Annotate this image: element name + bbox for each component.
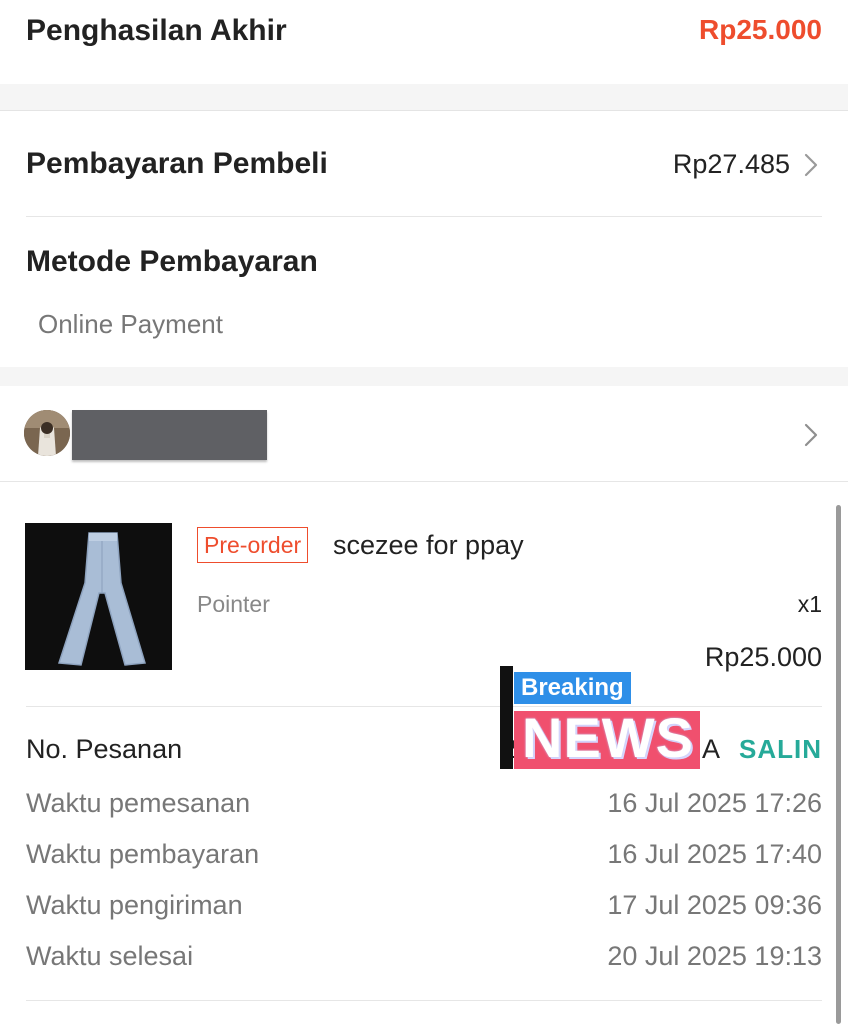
avatar-icon [24, 410, 70, 456]
breaking-news-sticker: Breaking NEWS [500, 666, 705, 770]
chevron-right-icon [804, 423, 818, 447]
shipping-time-label: Waktu pengiriman [26, 890, 243, 920]
product-image[interactable] [25, 523, 172, 670]
shop-row[interactable] [0, 386, 848, 481]
buyer-payment-label: Pembayaran Pembeli [26, 147, 328, 180]
payment-method-value: Online Payment [38, 309, 223, 339]
divider [0, 481, 848, 482]
scrollbar[interactable] [836, 505, 841, 1024]
completed-time-label: Waktu selesai [26, 941, 194, 971]
product-name[interactable]: scezee for ppay [333, 530, 524, 561]
payment-time-label: Waktu pembayaran [26, 839, 260, 869]
jeans-image-icon [25, 523, 172, 670]
news-label: NEWS [522, 706, 694, 769]
order-time-label: Waktu pemesanan [26, 788, 251, 818]
order-number-label: No. Pesanan [26, 734, 183, 764]
order-time-value: 16 Jul 2025 17:26 [607, 788, 822, 818]
product-variant: Pointer [197, 591, 270, 617]
sticker-bar [500, 666, 513, 769]
earnings-label: Penghasilan Akhir [26, 14, 287, 47]
order-section: Pre-order scezee for ppay Pointer x1 Rp2… [0, 386, 848, 1024]
payment-method-label: Metode Pembayaran [26, 245, 318, 278]
product-price: Rp25.000 [704, 642, 822, 672]
earnings-section: Penghasilan Akhir Rp25.000 [0, 0, 848, 84]
shipping-time-value: 17 Jul 2025 09:36 [607, 890, 822, 920]
avatar [24, 410, 70, 456]
payment-section: Pembayaran Pembeli Rp27.485 Metode Pemba… [0, 110, 848, 367]
earnings-value: Rp25.000 [699, 14, 822, 45]
preorder-badge: Pre-order [197, 527, 309, 563]
buyer-payment-row[interactable]: Pembayaran Pembeli Rp27.485 [0, 111, 848, 216]
payment-time-value: 16 Jul 2025 17:40 [607, 839, 822, 869]
product-quantity: x1 [797, 591, 822, 617]
chevron-right-icon [804, 153, 818, 177]
copy-order-number-button[interactable]: SALIN [739, 734, 822, 765]
completed-time-value: 20 Jul 2025 19:13 [607, 941, 822, 971]
buyer-payment-value: Rp27.485 [672, 149, 790, 179]
divider [26, 216, 822, 217]
shop-name-redacted [72, 410, 267, 460]
breaking-label: Breaking [514, 672, 631, 704]
divider [26, 1000, 822, 1001]
